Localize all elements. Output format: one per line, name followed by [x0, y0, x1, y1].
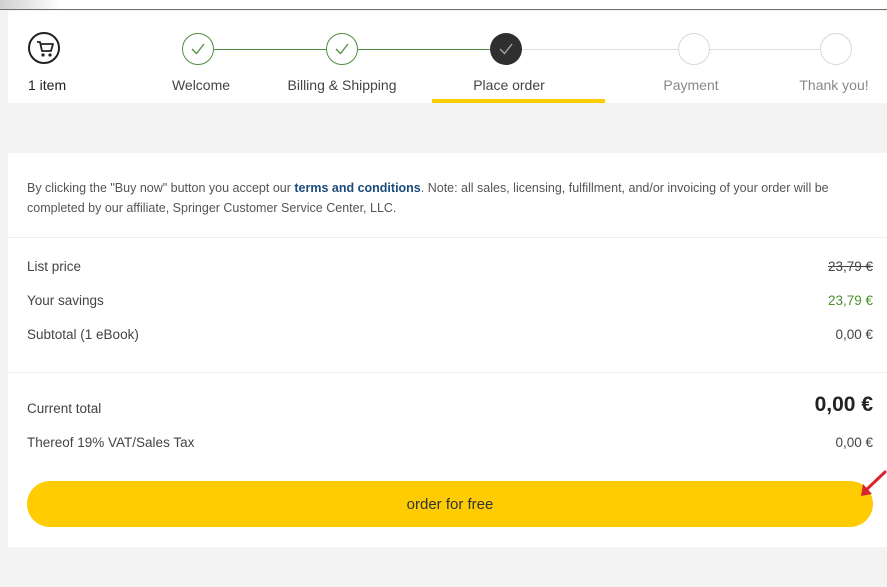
current-total-label: Current total [27, 401, 102, 416]
footer-band [8, 547, 887, 587]
step-label-billing: Billing & Shipping [287, 77, 397, 93]
step-connector [710, 49, 820, 50]
step-welcome-check-icon [182, 33, 214, 65]
divider [8, 237, 887, 238]
order-summary-card: By clicking the "Buy now" button you acc… [8, 153, 887, 547]
divider [8, 372, 887, 373]
terms-notice: By clicking the "Buy now" button you acc… [27, 178, 877, 218]
step-label-thank-you: Thank you! [799, 77, 869, 93]
vat-value: 0,00 € [835, 435, 873, 450]
order-for-free-button[interactable]: order for free [27, 481, 873, 527]
subtotal-label: Subtotal (1 eBook) [27, 327, 139, 342]
vat-label: Thereof 19% VAT/Sales Tax [27, 435, 195, 450]
notice-text: By clicking the "Buy now" button you acc… [27, 181, 295, 195]
list-price-label: List price [27, 259, 82, 274]
spacer-band [8, 103, 887, 153]
step-payment-circle [678, 33, 710, 65]
step-place-order-check-icon [490, 33, 522, 65]
subtotal-value: 0,00 € [835, 327, 873, 342]
step-thank-you-circle [820, 33, 852, 65]
red-arrow-annotation-icon [861, 470, 887, 496]
cart-item-count: 1 item [28, 77, 67, 93]
step-billing-check-icon [326, 33, 358, 65]
terms-link[interactable]: terms and conditions [294, 181, 420, 195]
step-connector [358, 49, 490, 50]
step-connector [522, 49, 678, 50]
savings-label: Your savings [27, 293, 104, 308]
checkout-progress-header: 1 item Welcome Billing & Shipping Place … [8, 11, 887, 103]
cart-icon[interactable] [28, 32, 60, 64]
step-label-place-order: Place order [473, 77, 545, 93]
list-price-value: 23,79 € [827, 259, 873, 274]
savings-value: 23,79 € [827, 293, 873, 308]
step-label-welcome: Welcome [171, 77, 231, 93]
current-total-value: 0,00 € [814, 393, 873, 416]
step-label-payment: Payment [663, 77, 719, 93]
top-border [0, 0, 887, 10]
step-connector [214, 49, 326, 50]
